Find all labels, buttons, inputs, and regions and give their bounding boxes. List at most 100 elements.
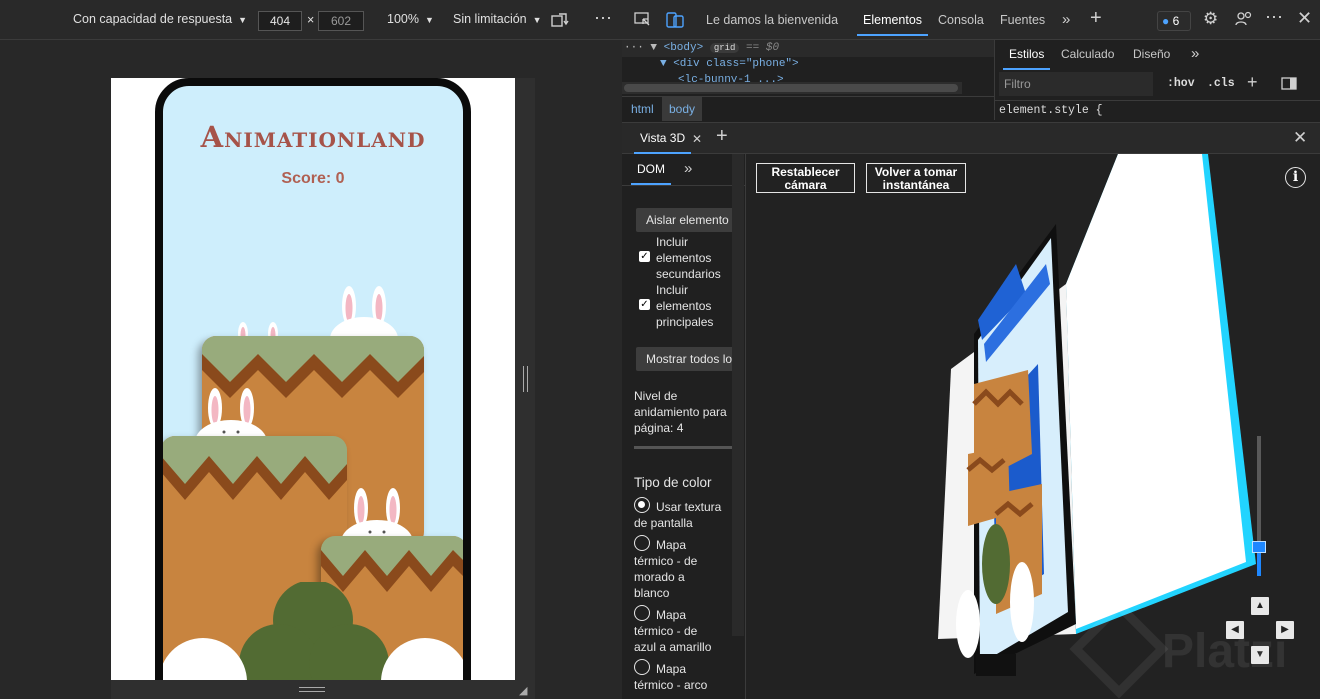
dom-line-3[interactable]: <lc-bunny-1 ...> (678, 74, 784, 82)
model-cloud-left (956, 590, 980, 658)
watermark: Platzi (1162, 625, 1288, 678)
tab-computed[interactable]: Calculado (1061, 47, 1114, 61)
add-tab-icon[interactable]: + (1090, 8, 1102, 28)
element-style-rule[interactable]: element.style { (999, 104, 1103, 117)
tab-sources[interactable]: Fuentes (1000, 13, 1045, 27)
tab-elements[interactable]: Elementos (856, 13, 929, 36)
include-children-checkbox[interactable]: ✓ (639, 251, 650, 262)
radio-heatmap-rainbow-label: Mapa térmico - arco (634, 662, 708, 692)
viewport-resize-handle-bottom[interactable]: ◢ (111, 680, 535, 699)
breadcrumb-body[interactable]: body (662, 97, 703, 121)
3d-page-model (938, 154, 1256, 676)
tab-dom[interactable]: DOM (631, 162, 671, 185)
radio-screen-texture-label: Usar textura de pantalla (634, 500, 722, 530)
radio-heatmap-purple-white-label: Mapa térmico - de morado a blanco (634, 538, 698, 600)
score-label: Score: 0 (281, 170, 345, 187)
tab-console[interactable]: Consola (938, 13, 984, 27)
viewport-resize-handle-right[interactable] (515, 78, 535, 680)
gear-icon[interactable]: ⚙ (1203, 10, 1218, 27)
close-icon[interactable]: ✕ (1297, 9, 1312, 27)
dom-line-2[interactable]: ▼ <div class="phone"> (660, 58, 799, 70)
zoom-slider-track[interactable] (1257, 436, 1261, 576)
divider (622, 185, 745, 186)
issues-badge[interactable]: ● 6 (1157, 11, 1191, 31)
isolate-element-button[interactable]: Aislar elemento (636, 208, 734, 232)
tab-layout[interactable]: Diseño (1133, 47, 1170, 61)
radio-heatmap-blue-yellow-label: Mapa térmico - de azul a amarillo (634, 608, 712, 654)
tab-3d-view[interactable]: Vista 3D (633, 131, 692, 154)
body-tag: <body> (663, 42, 704, 54)
horizontal-scrollbar[interactable] (622, 82, 962, 94)
throttling-label: Sin limitación (453, 12, 527, 26)
feedback-icon[interactable] (1235, 11, 1253, 31)
breadcrumb-html[interactable]: html (631, 102, 654, 116)
chevron-down-icon: ▼ (532, 15, 542, 25)
rotate-icon[interactable] (551, 12, 569, 32)
include-children-label: Incluir elementos secundarios (656, 235, 721, 281)
throttling-select[interactable]: Sin limitación ▼ (453, 12, 542, 26)
color-type-heading: Tipo de color (634, 475, 712, 490)
close-drawer-icon[interactable]: ✕ (1293, 129, 1307, 146)
arrow-up-icon[interactable]: ▲ (1251, 597, 1269, 615)
styles-panel: Estilos Calculado Diseño » Filtro :hov .… (994, 40, 1320, 120)
dom-line-1[interactable]: ··· ▼ <body> grid == $0 (624, 42, 779, 54)
phone-frame: Animationland Score: 0 (155, 78, 471, 680)
hov-toggle[interactable]: :hov (1167, 77, 1195, 90)
new-rule-icon[interactable]: + (1247, 73, 1258, 91)
chevron-down-icon: ▼ (238, 15, 248, 25)
more-tabs-icon[interactable]: » (1191, 46, 1199, 62)
vertical-scrollbar[interactable] (732, 154, 744, 636)
more-options-icon[interactable]: ⋯ (1265, 8, 1283, 26)
3d-canvas[interactable]: Restablecer cámara Volver a tomar instan… (746, 154, 1320, 699)
model-tree (982, 524, 1010, 604)
issues-icon: ● (1162, 14, 1173, 28)
height-input[interactable]: 602 (318, 11, 364, 31)
bunny-1[interactable] (329, 284, 401, 344)
times-sign: × (307, 13, 315, 27)
device-select-label: Con capacidad de respuesta (73, 12, 233, 26)
close-tab-icon[interactable]: ✕ (692, 131, 702, 147)
chevron-down-icon: ▼ (424, 15, 434, 25)
model-body-layer (1066, 154, 1246, 629)
grid-badge[interactable]: grid (709, 43, 740, 53)
tab-styles[interactable]: Estilos (1002, 47, 1051, 70)
devtools-pane: Le damos la bienvenida Elementos Consola… (622, 0, 1320, 699)
tab-welcome[interactable]: Le damos la bienvenida (706, 13, 838, 27)
device-emulation-pane: Con capacidad de respuesta ▼ 404 × 602 10… (0, 0, 622, 699)
nesting-level-label: Nivel de anidamiento para página: 4 (634, 389, 727, 435)
dom-tree-panel: ··· ▼ <body> grid == $0 ▼ <div class="ph… (622, 40, 994, 121)
more-tabs-icon[interactable]: » (684, 161, 692, 177)
grip-icon (299, 687, 325, 692)
grip-icon (523, 366, 528, 392)
zoom-label: 100% (387, 12, 419, 26)
more-tabs-icon[interactable]: » (1062, 12, 1070, 28)
page-title: Animationland (200, 120, 426, 154)
cls-toggle[interactable]: .cls (1207, 77, 1235, 90)
include-parents-label: Incluir elementos principales (656, 283, 714, 329)
model-shadow (976, 654, 1016, 676)
show-all-button[interactable]: Mostrar todos los elementos (636, 347, 734, 371)
include-parents-checkbox[interactable]: ✓ (639, 299, 650, 310)
drawer-tabbar: Vista 3D ✕ + ✕ (622, 122, 1320, 154)
sidebar-toggle-icon[interactable] (1281, 77, 1297, 94)
width-input[interactable]: 404 (258, 11, 302, 31)
breadcrumb: html body (622, 96, 994, 121)
divider (995, 100, 1320, 101)
emulated-viewport: Animationland Score: 0 (111, 78, 515, 680)
more-options-icon[interactable]: ⋯ (594, 9, 612, 27)
devtools-tabbar: Le damos la bienvenida Elementos Consola… (622, 0, 1320, 40)
div-phone-tag: <div class="phone"> (673, 58, 799, 70)
zoom-slider-thumb[interactable] (1252, 541, 1266, 553)
device-toolbar: Con capacidad de respuesta ▼ 404 × 602 10… (0, 0, 622, 40)
foreground-scenery (163, 582, 463, 680)
issues-count: 6 (1172, 14, 1180, 28)
nesting-slider[interactable] (634, 446, 732, 449)
device-select[interactable]: Con capacidad de respuesta ▼ (73, 12, 247, 26)
filter-input[interactable]: Filtro (999, 72, 1153, 96)
3d-view-sidebar: DOM » Aislar elemento ✓ Incluir elemento… (622, 154, 746, 699)
resize-corner-icon[interactable]: ◢ (519, 684, 527, 697)
device-toggle-icon[interactable] (666, 12, 684, 32)
inspect-icon[interactable] (634, 12, 651, 32)
add-tab-icon[interactable]: + (716, 126, 728, 146)
zoom-select[interactable]: 100% ▼ (387, 12, 434, 26)
